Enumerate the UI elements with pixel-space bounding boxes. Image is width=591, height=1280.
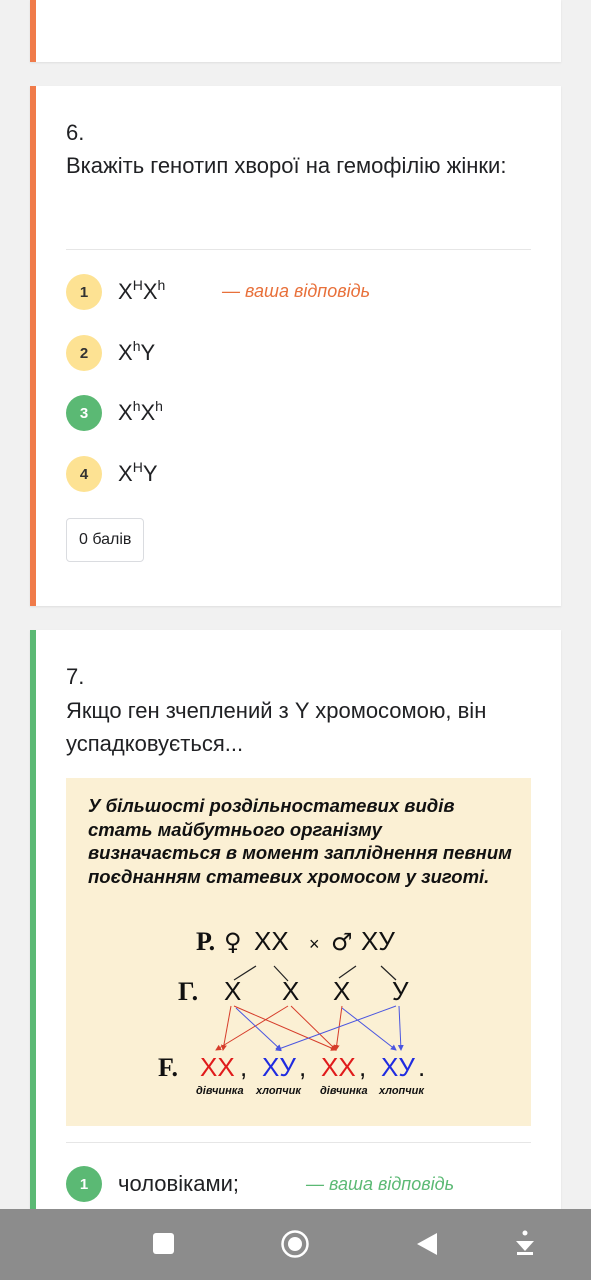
option-label: XHY xyxy=(118,459,158,486)
female-genotype: ХХ xyxy=(254,926,289,956)
card-status-stripe xyxy=(30,630,36,1230)
question-image: У більшості роздільностатевих видів стат… xyxy=(66,778,531,1126)
system-navigation-bar xyxy=(0,1209,591,1280)
option-3[interactable]: 3 XhXh xyxy=(66,395,163,431)
option-number-badge: 2 xyxy=(66,335,102,371)
offspring-label: хлопчик xyxy=(378,1085,425,1097)
p-label: Р. xyxy=(196,927,215,956)
offspring-genotype: ХУ xyxy=(262,1052,296,1082)
option-1[interactable]: 1 XHXh xyxy=(66,274,165,310)
f-label: F. xyxy=(158,1053,178,1082)
offspring-genotype: ХХ xyxy=(200,1052,235,1082)
previous-question-card xyxy=(30,0,561,62)
your-answer-marker: — ваша відповідь xyxy=(306,1174,455,1194)
separator: , xyxy=(359,1052,366,1082)
offspring-genotype: ХХ xyxy=(321,1052,356,1082)
gamete: У xyxy=(392,976,409,1006)
score-chip: 0 балів xyxy=(66,518,145,562)
gamete: Х xyxy=(224,976,241,1006)
gamete: Х xyxy=(282,976,299,1006)
option-label: чоловіками; xyxy=(118,1171,239,1196)
male-gamete-arrows xyxy=(235,1005,404,1052)
offspring-label: дівчинка xyxy=(196,1085,244,1097)
option-1[interactable]: 1 чоловіками; xyxy=(66,1166,239,1202)
option-label: XhY xyxy=(118,338,156,365)
question-card-7: 7. Якщо ген зчеплений з Y хромосомою, ві… xyxy=(30,630,561,1230)
offspring-label: хлопчик xyxy=(255,1085,302,1097)
separator: , xyxy=(240,1052,247,1082)
option-number-badge: 4 xyxy=(66,456,102,492)
your-answer-marker: — ваша відповідь xyxy=(222,281,371,301)
option-number-badge: 1 xyxy=(66,274,102,310)
option-number-badge-correct: 3 xyxy=(66,395,102,431)
offspring-genotype: ХУ xyxy=(381,1052,415,1082)
question-number: 7. xyxy=(66,664,85,689)
question-card-6: 6. Вкажіть генотип хворої на гемофілію ж… xyxy=(30,86,561,606)
option-number-badge-correct: 1 xyxy=(66,1166,102,1202)
option-label: XhXh xyxy=(118,398,163,425)
question-text: Вкажіть генотип хворої на гемофілію жінк… xyxy=(66,153,507,178)
cross-sign: × xyxy=(309,934,320,954)
card-status-stripe xyxy=(30,0,36,62)
divider xyxy=(66,249,531,250)
separator: , xyxy=(299,1052,306,1082)
divider xyxy=(66,1142,531,1143)
inheritance-diagram: Р. ♀ ХХ × ♂ ХУ Г. Х Х Х У F. ХХ , ХУ , Х… xyxy=(158,926,425,1097)
separator: . xyxy=(418,1052,425,1082)
gamete: Х xyxy=(333,976,350,1006)
question-number: 6. xyxy=(66,120,85,145)
option-4[interactable]: 4 XHY xyxy=(66,456,158,492)
parent-gamete-lines xyxy=(233,965,397,982)
female-sign-icon: ♀ xyxy=(224,928,242,956)
back-icon[interactable] xyxy=(417,1233,437,1255)
g-label: Г. xyxy=(178,977,198,1006)
option-label: XHXh xyxy=(118,277,166,304)
male-sign-icon: ♂ xyxy=(331,928,353,956)
female-gamete-arrows xyxy=(215,1005,343,1051)
home-icon[interactable] xyxy=(281,1230,309,1258)
option-2[interactable]: 2 XhY xyxy=(66,335,155,371)
card-status-stripe xyxy=(30,86,36,606)
offspring-label: дівчинка xyxy=(320,1085,368,1097)
question-text: Якщо ген зчеплений з Y хромосомою, він у… xyxy=(66,698,487,756)
male-genotype: ХУ xyxy=(361,926,395,956)
recent-apps-icon[interactable] xyxy=(153,1233,174,1254)
assistant-icon[interactable] xyxy=(516,1230,534,1256)
